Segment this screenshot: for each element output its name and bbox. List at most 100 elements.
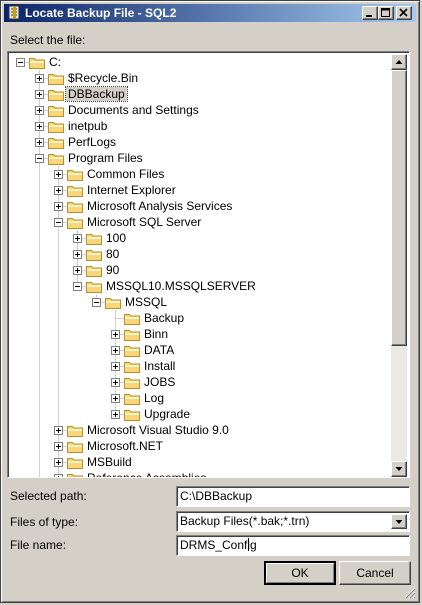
- expand-icon[interactable]: [111, 394, 120, 403]
- collapse-icon[interactable]: [35, 154, 44, 163]
- tree-node[interactable]: C:: [10, 54, 390, 70]
- tree-node[interactable]: Microsoft.NET: [10, 438, 390, 454]
- close-button[interactable]: [396, 6, 412, 20]
- tree-node-label: Reference Assemblies: [85, 471, 208, 477]
- expand-icon[interactable]: [35, 74, 44, 83]
- folder-tree[interactable]: C: $Recycle.Bin DBBackup Documents and Sett…: [7, 51, 410, 478]
- collapse-icon[interactable]: [16, 58, 25, 67]
- tree-node[interactable]: JOBS: [10, 374, 390, 390]
- expand-icon[interactable]: [54, 186, 63, 195]
- tree-node-label: DBBackup: [65, 86, 128, 102]
- tree-node[interactable]: PerfLogs: [10, 134, 390, 150]
- scroll-down-button[interactable]: [391, 461, 407, 477]
- tree-node[interactable]: Backup: [10, 310, 390, 326]
- tree-node[interactable]: Documents and Settings: [10, 102, 390, 118]
- expand-icon[interactable]: [54, 170, 63, 179]
- folder-icon: [48, 122, 64, 133]
- selected-path-value: C:\DBBackup: [180, 489, 253, 503]
- tree-node[interactable]: MSSQL: [10, 294, 390, 310]
- expand-icon[interactable]: [35, 90, 44, 99]
- tree-node[interactable]: Reference Assemblies: [10, 470, 390, 477]
- resize-grip-icon[interactable]: [404, 587, 416, 599]
- folder-icon: [124, 394, 140, 405]
- ok-button[interactable]: OK: [264, 561, 336, 585]
- tree-node[interactable]: 100: [10, 230, 390, 246]
- collapse-icon[interactable]: [73, 282, 82, 291]
- folder-icon: [67, 442, 83, 453]
- tree-node-label: 90: [106, 263, 120, 277]
- tree-node[interactable]: Common Files: [10, 166, 390, 182]
- tree-node[interactable]: Program Files: [10, 150, 390, 166]
- tree-node[interactable]: MSSQL10.MSSQLSERVER: [10, 278, 390, 294]
- maximize-button[interactable]: [378, 6, 394, 20]
- expand-icon[interactable]: [54, 458, 63, 467]
- select-file-label: Select the file:: [10, 33, 86, 47]
- tree-node[interactable]: DBBackup: [10, 86, 390, 102]
- expand-icon[interactable]: [111, 378, 120, 387]
- files-of-type-value: Backup Files(*.bak;*.trn): [180, 514, 310, 528]
- folder-icon: [124, 346, 140, 357]
- expand-icon[interactable]: [35, 122, 44, 131]
- folder-icon: [67, 202, 83, 213]
- arrow-down-icon: [395, 467, 403, 471]
- selected-path-field[interactable]: C:\DBBackup: [176, 486, 410, 507]
- expand-icon[interactable]: [54, 442, 63, 451]
- tree-node-label: Log: [144, 391, 165, 405]
- folder-icon: [67, 186, 83, 197]
- tree-node[interactable]: Log: [10, 390, 390, 406]
- tree-node[interactable]: Internet Explorer: [10, 182, 390, 198]
- folder-open-icon: [86, 282, 102, 293]
- expand-icon[interactable]: [35, 138, 44, 147]
- folder-open-icon: [67, 218, 83, 229]
- expand-icon[interactable]: [111, 330, 120, 339]
- expand-icon[interactable]: [111, 346, 120, 355]
- tree-node[interactable]: DATA: [10, 342, 390, 358]
- locate-backup-file-dialog: Locate Backup File - SQL2 Select the fil…: [0, 0, 420, 603]
- expand-icon[interactable]: [111, 362, 120, 371]
- tree-node[interactable]: Microsoft Analysis Services: [10, 198, 390, 214]
- minimize-button[interactable]: [362, 6, 378, 20]
- tree-node[interactable]: Install: [10, 358, 390, 374]
- expand-icon[interactable]: [54, 202, 63, 211]
- tree-vertical-scrollbar[interactable]: [391, 54, 407, 477]
- tree-node-label: Microsoft.NET: [87, 439, 164, 453]
- tree-node[interactable]: inetpub: [10, 118, 390, 134]
- tree-node[interactable]: 80: [10, 246, 390, 262]
- file-name-field[interactable]: DRMS_Config: [176, 535, 410, 556]
- tree-node-label: C:: [49, 55, 61, 69]
- expand-icon[interactable]: [73, 250, 82, 259]
- expand-icon[interactable]: [54, 426, 63, 435]
- collapse-icon[interactable]: [54, 218, 63, 227]
- tree-node[interactable]: Upgrade: [10, 406, 390, 422]
- tree-node-label: Microsoft Analysis Services: [87, 199, 233, 213]
- files-of-type-select[interactable]: Backup Files(*.bak;*.trn): [176, 511, 410, 532]
- tree-node[interactable]: MSBuild: [10, 454, 390, 470]
- tree-node-label: Program Files: [68, 151, 143, 165]
- tree-node[interactable]: Microsoft SQL Server: [10, 214, 390, 230]
- tree-view[interactable]: C: $Recycle.Bin DBBackup Documents and Sett…: [10, 54, 393, 477]
- tree-node-label: Microsoft Visual Studio 9.0: [87, 423, 229, 437]
- folder-icon: [67, 458, 83, 469]
- tree-node[interactable]: $Recycle.Bin: [10, 70, 390, 86]
- title-bar[interactable]: Locate Backup File - SQL2: [4, 4, 416, 22]
- cancel-button[interactable]: Cancel: [339, 561, 411, 585]
- tree-node[interactable]: 90: [10, 262, 390, 278]
- expand-icon[interactable]: [73, 266, 82, 275]
- window-title: Locate Backup File - SQL2: [25, 6, 177, 20]
- folder-open-icon: [48, 154, 64, 165]
- arrow-up-icon: [395, 60, 403, 64]
- expand-icon[interactable]: [35, 106, 44, 115]
- tree-node-label: Internet Explorer: [87, 183, 176, 197]
- collapse-icon[interactable]: [92, 298, 101, 307]
- scroll-up-button[interactable]: [391, 54, 407, 70]
- expand-icon[interactable]: [73, 234, 82, 243]
- scroll-thumb[interactable]: [391, 70, 407, 346]
- tree-node-label: MSBuild: [87, 455, 132, 469]
- tree-node[interactable]: Binn: [10, 326, 390, 342]
- tree-node[interactable]: Microsoft Visual Studio 9.0: [10, 422, 390, 438]
- close-icon: [399, 8, 408, 17]
- expand-icon[interactable]: [54, 474, 63, 477]
- folder-icon: [67, 474, 83, 477]
- expand-icon[interactable]: [111, 410, 120, 419]
- files-of-type-dropdown-button[interactable]: [391, 514, 407, 529]
